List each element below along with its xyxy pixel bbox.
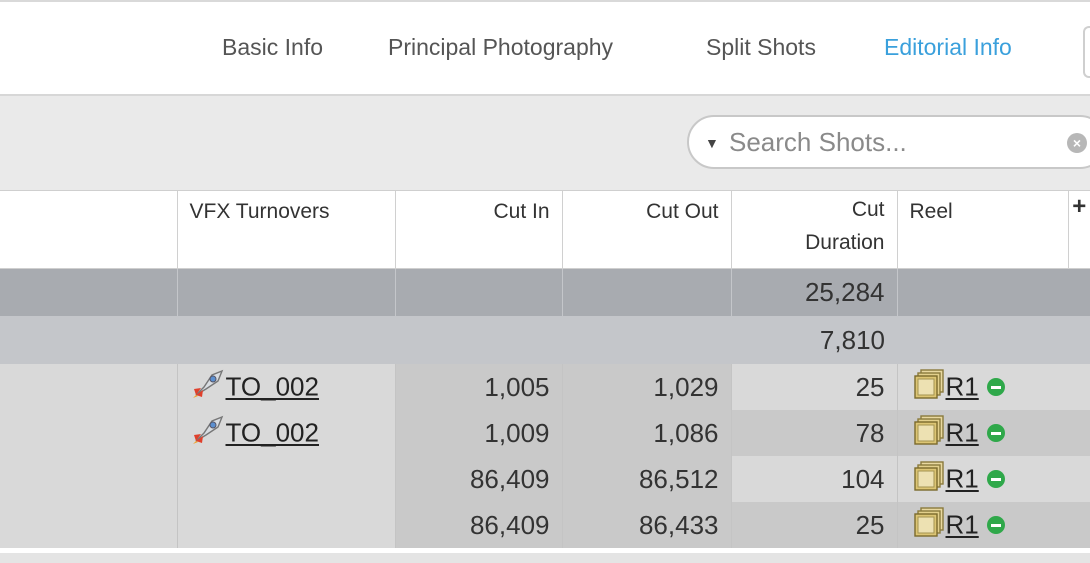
summary-cell [561,268,731,316]
cut-out-cell: 1,029 [561,364,731,410]
summary-cell [394,268,562,316]
table-row[interactable]: TO_002 1,009 1,086 78 R1 [0,410,1090,456]
vfx-turnover-link[interactable]: TO_002 [226,418,319,448]
table-row-partial [0,553,1090,563]
rocket-icon [192,369,226,405]
table-row[interactable]: 86,409 86,512 104 R1 [0,456,1090,502]
vfx-turnover-cell: TO_002 [176,364,395,410]
add-column-button[interactable]: + [1067,191,1090,269]
cut-duration-cell: 25 [730,364,897,410]
column-header-cut-out[interactable]: Cut Out [561,191,731,269]
vfx-turnover-cell [176,456,395,502]
cut-duration-cell: 78 [730,410,897,456]
film-reel-icon [912,505,946,545]
search-input[interactable] [729,125,1059,159]
reel-cell: R1 [896,456,1090,502]
film-reel-icon [912,367,946,407]
table-row[interactable]: TO_002 1,005 1,029 25 R1 [0,364,1090,410]
cut-duration-cell: 25 [730,502,897,548]
column-header-cut-duration[interactable]: Cut Duration [730,191,897,269]
toolbar: ▼ × [0,96,1090,191]
subgroup-cut-duration-total: 7,810 [819,324,885,355]
status-green-icon [986,470,1005,488]
reel-cell: R1 [896,410,1090,456]
status-green-icon [986,516,1005,534]
cut-out-cell: 1,086 [561,410,731,456]
reel-link[interactable]: R1 [946,418,979,448]
film-reel-icon [912,413,946,453]
reel-link[interactable]: R1 [946,464,979,494]
column-header-blank[interactable] [0,191,177,269]
column-header-reel[interactable]: Reel [896,191,1068,269]
tab-split-shots[interactable]: Split Shots [706,34,816,61]
summary-cell [0,316,731,364]
summary-cell [176,268,395,316]
cut-in-cell: 1,009 [394,410,562,456]
reel-link[interactable]: R1 [946,510,979,540]
column-header-vfx-turnovers[interactable]: VFX Turnovers [176,191,395,269]
film-reel-icon [912,459,946,499]
column-header-cut-in[interactable]: Cut In [394,191,562,269]
tab-bar: Basic Info Principal Photography Split S… [0,0,1090,96]
tab-overflow-button[interactable] [1083,26,1090,78]
row-cell [0,364,177,410]
tab-editorial-info[interactable]: Editorial Info [884,34,1012,61]
summary-cell [896,268,1090,316]
table-header-row: VFX Turnovers Cut In Cut Out Cut Duratio… [0,191,1090,269]
cut-in-cell: 86,409 [394,502,562,548]
table-row[interactable]: 86,409 86,433 25 R1 [0,502,1090,548]
cut-duration-cell: 104 [730,456,897,502]
row-cell [0,456,177,502]
cut-in-cell: 1,005 [394,364,562,410]
summary-cell [897,316,1090,364]
search-clear-icon[interactable]: × [1067,133,1087,153]
cut-in-cell: 86,409 [394,456,562,502]
reel-link[interactable]: R1 [946,372,979,402]
tab-principal-photography[interactable]: Principal Photography [388,34,613,61]
status-green-icon [986,424,1005,442]
tab-basic-info[interactable]: Basic Info [222,34,323,61]
rocket-icon [192,415,226,451]
cut-out-cell: 86,433 [561,502,731,548]
row-cell [0,410,177,456]
app-frame: Basic Info Principal Photography Split S… [0,0,1090,563]
cut-out-cell: 86,512 [561,456,731,502]
status-green-icon [986,378,1005,396]
group-summary-row: 25,284 [0,268,1090,316]
vfx-turnover-cell: TO_002 [176,410,395,456]
vfx-turnover-link[interactable]: TO_002 [226,372,319,402]
vfx-turnover-cell [176,502,395,548]
search-box: ▼ × [687,115,1090,169]
group-cut-duration-total: 25,284 [730,268,897,316]
search-filter-caret-icon[interactable]: ▼ [705,135,719,151]
row-cell [0,502,177,548]
shots-table: VFX Turnovers Cut In Cut Out Cut Duratio… [0,191,1090,548]
summary-cell [0,268,177,316]
reel-cell: R1 [896,364,1090,410]
subgroup-summary-row: 7,810 [0,316,1090,364]
reel-cell: R1 [896,502,1090,548]
